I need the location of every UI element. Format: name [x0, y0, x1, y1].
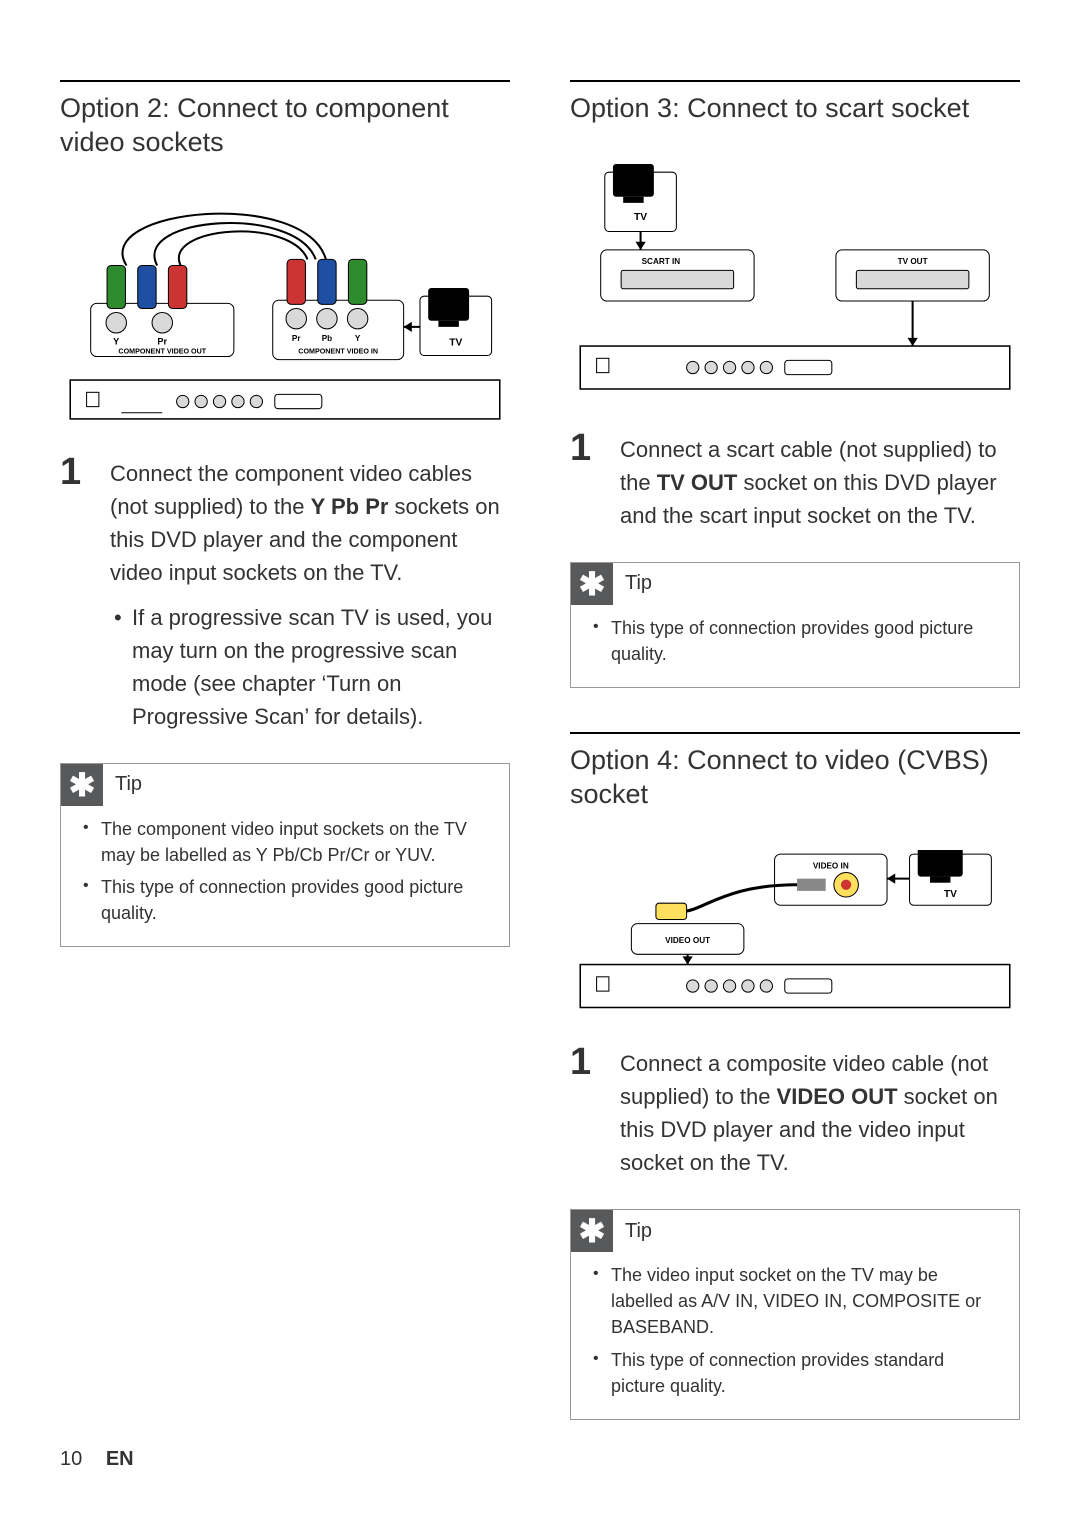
svg-text:Pb: Pb [322, 334, 332, 343]
section-rule [60, 80, 510, 82]
svg-text:Y: Y [355, 334, 361, 343]
section-rule [570, 732, 1020, 734]
step-text: Connect a composite video cable (not sup… [620, 1043, 1020, 1179]
diag-label-pr: Pr [157, 336, 167, 346]
asterisk-icon: ✱ [571, 1210, 613, 1252]
step-number: 1 [570, 1043, 602, 1179]
opt2-tip: ✱ Tip The component video input sockets … [60, 763, 510, 947]
page-number: 10 [60, 1448, 82, 1470]
language-code: EN [106, 1448, 134, 1470]
step-number: 1 [570, 429, 602, 532]
page-columns: Option 2: Connect to component video soc… [60, 80, 1020, 1420]
opt3-diagram: TV SCART IN TV OUT [570, 164, 1020, 399]
step-number: 1 [60, 453, 92, 733]
tip-item: The component video input sockets on the… [83, 816, 493, 868]
tip-list: This type of connection provides good pi… [587, 615, 1003, 667]
right-column: Option 3: Connect to scart socket TV SCA… [570, 80, 1020, 1420]
svg-text:TV: TV [944, 889, 957, 900]
tip-header: ✱ Tip [571, 563, 1019, 605]
opt2-diagram: Y Pr COMPONENT VIDEO OUT Pr Pb Y COMPONE… [60, 198, 510, 423]
left-column: Option 2: Connect to component video soc… [60, 80, 510, 1420]
svg-text:Pr: Pr [292, 334, 301, 343]
tip-label: Tip [625, 1220, 652, 1243]
tip-item: This type of connection provides good pi… [83, 874, 493, 926]
opt3-heading: Option 3: Connect to scart socket [570, 92, 1020, 126]
svg-text:TV: TV [449, 337, 462, 348]
asterisk-icon: ✱ [61, 764, 103, 806]
opt2-heading: Option 2: Connect to component video soc… [60, 92, 510, 160]
opt4-diagram: VIDEO IN TV VIDEO OUT [570, 850, 1020, 1014]
tip-item: The video input socket on the TV may be … [593, 1262, 1003, 1340]
svg-text:VIDEO OUT: VIDEO OUT [665, 936, 710, 945]
tip-label: Tip [625, 572, 652, 595]
sub-bullet: If a progressive scan TV is used, you ma… [110, 601, 510, 733]
step-sub-bullets: If a progressive scan TV is used, you ma… [110, 601, 510, 733]
tip-label: Tip [115, 773, 142, 796]
tip-item: This type of connection provides standar… [593, 1347, 1003, 1399]
section-rule [570, 80, 1020, 82]
svg-text:SCART IN: SCART IN [642, 257, 681, 266]
tip-list: The component video input sockets on the… [77, 816, 493, 926]
tip-item: This type of connection provides good pi… [593, 615, 1003, 667]
svg-text:TV OUT: TV OUT [898, 257, 928, 266]
opt3-step: 1 Connect a scart cable (not supplied) t… [570, 429, 1020, 532]
page-footer: 10 EN [60, 1448, 134, 1471]
svg-text:COMPONENT VIDEO IN: COMPONENT VIDEO IN [298, 347, 378, 355]
tip-list: The video input socket on the TV may be … [587, 1262, 1003, 1398]
svg-text:TV: TV [634, 212, 647, 223]
opt4-heading: Option 4: Connect to video (CVBS) socket [570, 744, 1020, 812]
diag-label-y: Y [113, 336, 119, 346]
step-text: Connect the component video cables (not … [110, 453, 510, 733]
step-text: Connect a scart cable (not supplied) to … [620, 429, 1020, 532]
opt4-step: 1 Connect a composite video cable (not s… [570, 1043, 1020, 1179]
opt3-tip: ✱ Tip This type of connection provides g… [570, 562, 1020, 688]
svg-text:VIDEO IN: VIDEO IN [813, 861, 849, 870]
tip-header: ✱ Tip [571, 1210, 1019, 1252]
opt4-tip: ✱ Tip The video input socket on the TV m… [570, 1209, 1020, 1419]
opt2-step: 1 Connect the component video cables (no… [60, 453, 510, 733]
diag-label-compout: COMPONENT VIDEO OUT [118, 347, 206, 355]
tip-header: ✱ Tip [61, 764, 509, 806]
asterisk-icon: ✱ [571, 563, 613, 605]
